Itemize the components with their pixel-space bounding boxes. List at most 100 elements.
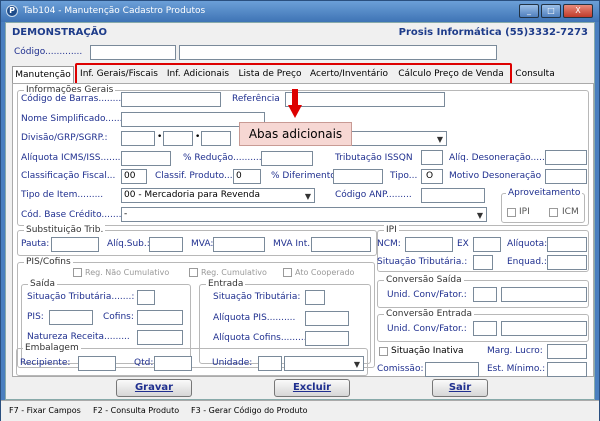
situacao-inativa-label: Situação Inativa xyxy=(391,346,464,356)
marg-lucro-label: Marg. Lucro: xyxy=(487,346,543,356)
minimize-button[interactable]: _ xyxy=(519,4,539,18)
saida-situacao-input[interactable] xyxy=(137,290,155,305)
dot-separator: • xyxy=(195,132,201,142)
perc-diferimento-label: % Diferimento xyxy=(271,171,336,181)
aliq-desoneracao-input[interactable] xyxy=(545,150,587,165)
classif-produto-value: 0 xyxy=(236,171,242,181)
ncm-label: NCM: xyxy=(377,239,401,249)
conv-saida-fator-input[interactable] xyxy=(501,287,587,302)
pauta-input[interactable] xyxy=(51,237,99,252)
codigo-input[interactable] xyxy=(90,45,176,60)
perc-reducao-input[interactable] xyxy=(261,151,313,166)
subgrupo-input[interactable] xyxy=(201,131,231,146)
dropdown-arrow-icon: ▼ xyxy=(436,135,443,144)
tab-consulta[interactable]: Consulta xyxy=(512,66,558,83)
tipo-item-select[interactable]: 00 - Mercadoria para Revenda ▼ xyxy=(121,188,315,203)
est-minimo-input[interactable] xyxy=(547,362,587,377)
motivo-desoneracao-input[interactable] xyxy=(545,169,587,184)
divisao-input[interactable] xyxy=(121,131,155,146)
tab-manutencao[interactable]: Manutenção xyxy=(12,66,74,83)
tabs-highlight-box xyxy=(75,63,512,85)
entrada-title: Entrada xyxy=(206,279,246,289)
app-window: P Tab104 - Manutenção Cadastro Produtos … xyxy=(0,0,600,421)
maximize-button[interactable]: □ xyxy=(541,4,561,18)
reg-nao-cumulativo-radio[interactable] xyxy=(73,268,82,277)
qtd-label: Qtd: xyxy=(134,358,154,368)
aliquota-cofins-input[interactable] xyxy=(305,331,349,346)
aliq-desoneracao-label: Alíq. Desoneração....... xyxy=(449,153,551,163)
conv-entrada-title: Conversão Entrada xyxy=(384,309,474,319)
app-icon: P xyxy=(6,5,18,17)
codigo-barras-input[interactable] xyxy=(121,92,221,107)
ex-input[interactable] xyxy=(473,237,501,252)
marg-lucro-input[interactable] xyxy=(547,344,587,359)
est-minimo-label: Est. Mínimo.: xyxy=(487,364,546,374)
mva-input[interactable] xyxy=(213,237,265,252)
aliq-sub-label: Alíq.Sub.: xyxy=(107,239,150,249)
dropdown-arrow-icon: ▼ xyxy=(353,360,360,369)
mva-int-input[interactable] xyxy=(311,237,371,252)
ato-cooperado-radio[interactable] xyxy=(283,268,292,277)
pauta-label: Pauta: xyxy=(21,239,50,249)
enquad-label: Enquad.: xyxy=(507,257,547,267)
aliq-sub-input[interactable] xyxy=(149,237,183,252)
conv-saida-unid-input[interactable] xyxy=(473,287,497,302)
tributacao-issqn-input[interactable] xyxy=(421,150,443,165)
grupo-input[interactable] xyxy=(163,131,193,146)
referencia-label: Referência xyxy=(232,94,280,104)
codigo-barras-label: Código de Barras........ xyxy=(21,94,122,104)
enquad-input[interactable] xyxy=(547,255,587,270)
gravar-button[interactable]: Gravar xyxy=(116,379,192,397)
unidade-select[interactable]: ▼ xyxy=(284,356,364,371)
comissao-input[interactable] xyxy=(425,362,479,377)
tipo-value: O xyxy=(426,171,434,181)
nome-simplificado-label: Nome Simplificado....... xyxy=(21,114,126,124)
callout-label: Abas adicionais xyxy=(239,122,352,146)
ipi-checkbox[interactable] xyxy=(507,208,516,217)
codigo-anp-input[interactable] xyxy=(421,188,485,203)
pis-cofins-title: PIS/Cofins xyxy=(24,257,73,267)
conv-entrada-fator-input[interactable] xyxy=(501,321,587,336)
saida-cofins-input[interactable] xyxy=(137,310,183,325)
dropdown-arrow-icon: ▼ xyxy=(304,192,311,201)
natureza-receita-input[interactable] xyxy=(137,330,183,345)
close-button[interactable]: X xyxy=(563,4,593,18)
referencia-input[interactable] xyxy=(285,92,445,107)
ncm-input[interactable] xyxy=(405,237,453,252)
sair-button[interactable]: Sair xyxy=(432,379,488,397)
ipi-situacao-input[interactable] xyxy=(473,255,493,270)
natureza-receita-label: Natureza Receita......... xyxy=(27,332,130,342)
divisao-select[interactable]: ▼ xyxy=(349,131,447,146)
classificacao-fiscal-input[interactable]: 00 xyxy=(121,169,147,184)
motivo-desoneracao-label: Motivo Desoneração xyxy=(449,171,542,181)
reg-cumulativo-radio[interactable] xyxy=(189,268,198,277)
recipiente-input[interactable] xyxy=(78,356,116,371)
conv-entrada-label: Unid. Conv/Fator.: xyxy=(387,324,467,334)
mva-int-label: MVA Int.: xyxy=(273,239,314,249)
divisao-label: Divisão/GRP/SGRP.: xyxy=(21,133,108,143)
situacao-inativa-checkbox[interactable] xyxy=(379,347,388,356)
qtd-input[interactable] xyxy=(154,356,192,371)
conv-entrada-unid-input[interactable] xyxy=(473,321,497,336)
ipi-aliquota-input[interactable] xyxy=(547,237,587,252)
cod-base-credito-select[interactable]: - ▼ xyxy=(121,207,487,222)
entrada-situacao-input[interactable] xyxy=(305,290,325,305)
aliquota-pis-input[interactable] xyxy=(305,311,349,326)
form-body: DEMONSTRAÇÃO Prosis Informática (55)3332… xyxy=(5,22,595,400)
unidade-input[interactable] xyxy=(258,356,282,371)
aproveitamento-title: Aproveitamento xyxy=(506,188,583,198)
aliquota-icms-input[interactable] xyxy=(121,151,171,166)
saida-situacao-label: Situação Tributária.......: xyxy=(27,292,135,302)
tipo-item-label: Tipo de Item......... xyxy=(21,190,104,200)
perc-diferimento-input[interactable] xyxy=(333,169,383,184)
excluir-button[interactable]: Excluir xyxy=(274,379,350,397)
classif-produto-input[interactable]: 0 xyxy=(233,169,261,184)
classificacao-fiscal-label: Classificação Fiscal... xyxy=(21,171,116,181)
icm-checkbox[interactable] xyxy=(549,208,558,217)
recipiente-label: Recipiente: xyxy=(20,358,71,368)
dropdown-arrow-icon: ▼ xyxy=(476,211,483,220)
tipo-input[interactable]: O xyxy=(421,169,443,184)
descricao-input[interactable] xyxy=(179,45,497,60)
tipo-label: Tipo... xyxy=(390,171,418,181)
saida-pis-input[interactable] xyxy=(49,310,93,325)
